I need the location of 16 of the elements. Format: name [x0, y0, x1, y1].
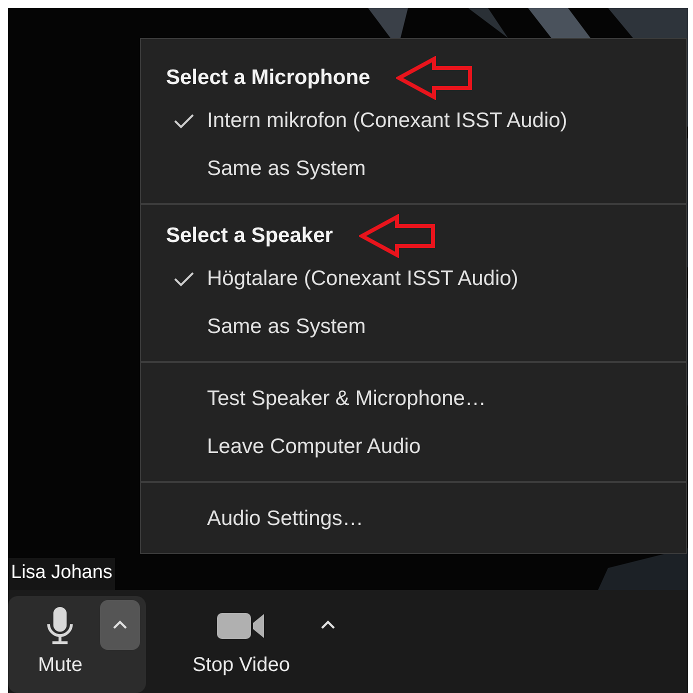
microphone-icon	[45, 606, 76, 646]
menu-item[interactable]: Same as System	[141, 145, 686, 193]
mute-button[interactable]: Mute	[38, 598, 82, 677]
menu-item[interactable]: Leave Computer Audio	[141, 423, 686, 471]
section-heading: Select a Speaker	[166, 224, 333, 248]
menu-item[interactable]: Intern mikrofon (Conexant ISST Audio)	[141, 97, 686, 145]
menu-item[interactable]: Same as System	[141, 303, 686, 351]
caret-icon	[320, 620, 336, 630]
caret-button[interactable]	[100, 600, 140, 650]
menu-item[interactable]: Högtalare (Conexant ISST Audio)	[141, 255, 686, 303]
menu-item[interactable]: Test Speaker & Microphone…	[141, 375, 686, 423]
menu-item[interactable]: Audio Settings…	[141, 495, 686, 543]
section-heading: Select a Microphone	[166, 66, 370, 90]
stop-video-button[interactable]: Stop Video	[192, 598, 290, 677]
caret-icon	[112, 620, 128, 630]
participant-name: Lisa Johans	[8, 558, 116, 590]
